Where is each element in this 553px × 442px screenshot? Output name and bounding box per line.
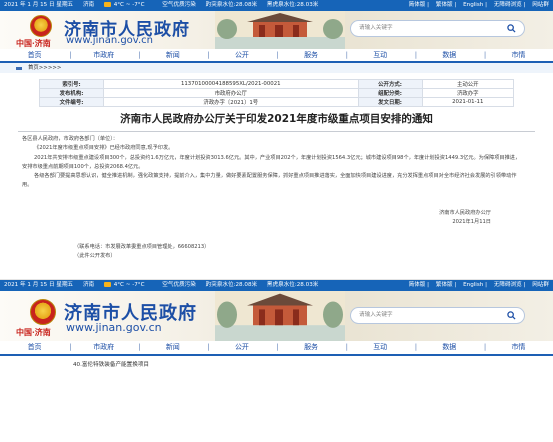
public-note: （此件公开发布）	[74, 253, 116, 260]
list-item: 40.富伦特铁装备产能置换项目	[73, 361, 150, 368]
index-label: 索引号:	[39, 79, 104, 89]
sun-icon	[103, 281, 111, 287]
docno-label: 文件编号:	[39, 97, 104, 107]
method-label: 公开方式:	[357, 79, 423, 89]
index-value: 11370100004188595XL/2021-00021	[103, 79, 359, 89]
link-simplified[interactable]: 简体版	[409, 282, 426, 288]
date-text: 2021 年 1 月 15 日 星期五	[4, 281, 74, 288]
search-input[interactable]: 请输入关键字	[350, 306, 525, 324]
air-quality: 空气优质污染	[162, 2, 196, 8]
site-header-2: 中国·济南 济南市人民政府 www.jinan.gov.cn 请输入关键字	[0, 290, 553, 341]
document-meta-table: 索引号: 11370100004188595XL/2021-00021 公开方式…	[39, 79, 515, 107]
docno-value: 济政办字〔2021〕1号	[103, 97, 359, 107]
nav-interaction[interactable]: 互动	[346, 49, 415, 61]
main-nav-2: 首页 市政府 新闻 公开 服务 互动 数据 市情	[0, 340, 553, 356]
home-icon[interactable]	[16, 65, 22, 70]
nav-home[interactable]: 首页	[0, 49, 69, 61]
nav-data[interactable]: 数据	[415, 49, 484, 61]
site-header: 中国·济南 济南市人民政府 www.jinan.gov.cn 请输入关键字	[0, 11, 553, 49]
link-sites[interactable]: 网站群	[532, 2, 549, 8]
section-gap	[0, 261, 553, 280]
water-level-2: 黑虎泉水位:28.03米	[266, 281, 319, 288]
nav-city-info[interactable]: 市情	[484, 49, 553, 61]
paragraph-1: 《2021年度市级重点项目安排》已经市政府同意,现予印发。	[34, 145, 174, 152]
weather-city: 济南 4°C ~ -7°C	[82, 2, 145, 8]
date-label: 发文日期:	[357, 97, 423, 107]
sun-icon	[103, 2, 111, 7]
link-english[interactable]: English	[463, 282, 483, 288]
search-placeholder: 请输入关键字	[359, 311, 393, 318]
nav-news[interactable]: 新闻	[138, 49, 207, 61]
national-emblem-icon	[30, 298, 56, 325]
document-body: 各区县人民政府，市政府各部门（单位）： 《2021年度市级重点项目安排》已经市政…	[0, 132, 553, 191]
nav-news[interactable]: 新闻	[138, 341, 207, 354]
main-nav: 首页 市政府 新闻 公开 服务 互动 数据 市情	[0, 49, 553, 63]
paragraph-3: 各级各部门要提高思想认识，健全推进机制，强化政策支持，提前介入，集中力量，做好要…	[22, 173, 517, 189]
air-quality: 空气优质污染	[162, 281, 196, 288]
link-simplified[interactable]: 简体版	[409, 2, 426, 8]
national-emblem-icon	[30, 15, 52, 37]
weather-city: 济南 4°C ~ -7°C	[82, 281, 145, 288]
search-placeholder: 请输入关键字	[359, 25, 393, 31]
link-traditional[interactable]: 繁体版	[436, 2, 453, 8]
breadcrumb-text[interactable]: 首页>>>>>	[28, 65, 61, 71]
scenery-banner-image	[215, 290, 345, 341]
nav-service[interactable]: 服务	[277, 341, 346, 354]
top-bar: 2021 年 1 月 15 日 星期五 济南 4°C ~ -7°C 空气优质污染…	[0, 0, 553, 11]
water-level-1: 趵突泉水位:28.08米	[205, 281, 258, 288]
search-input[interactable]: 请输入关键字	[350, 20, 525, 37]
jinan-logo-text: 中国·济南	[16, 326, 51, 337]
nav-government[interactable]: 市政府	[69, 341, 138, 354]
date-value: 2021-01-11	[421, 97, 515, 107]
sign-date: 2021年1月11日	[452, 218, 491, 225]
document-title: 济南市人民政府办公厅关于印发2021年度市级重点项目安排的通知	[120, 113, 433, 125]
nav-government[interactable]: 市政府	[69, 49, 138, 61]
link-traditional[interactable]: 繁体版	[436, 282, 453, 288]
contact-info: （联系电话：市发展改革委重点项目管理处，66608213）	[74, 243, 210, 250]
nav-service[interactable]: 服务	[277, 49, 346, 61]
category-label: 组配分类:	[357, 88, 423, 98]
link-accessible[interactable]: 无障碍浏览	[494, 282, 522, 288]
nav-home[interactable]: 首页	[0, 341, 69, 354]
nav-data[interactable]: 数据	[415, 341, 484, 354]
search-icon[interactable]	[507, 311, 516, 320]
salutation: 各区县人民政府，市政府各部门（单位）：	[22, 136, 118, 142]
date-text: 2021 年 1 月 15 日 星期五	[4, 2, 74, 8]
method-value: 主动公开	[421, 79, 515, 89]
water-level-1: 趵突泉水位:28.08米	[205, 2, 258, 8]
top-bar-2: 2021 年 1 月 15 日 星期五 济南 4°C ~ -7°C 空气优质污染…	[0, 279, 553, 291]
nav-city-info[interactable]: 市情	[484, 341, 553, 354]
link-english[interactable]: English	[463, 2, 483, 8]
site-url: www.jinan.gov.cn	[66, 320, 162, 334]
jinan-logo-text: 中国·济南	[16, 38, 51, 48]
signature-block: 济南市人民政府办公厅 2021年1月11日	[0, 209, 553, 227]
scenery-banner-image	[215, 11, 345, 49]
org-value: 市政府办公厅	[103, 88, 359, 98]
breadcrumb: 首页>>>>>	[0, 63, 553, 73]
nav-public[interactable]: 公开	[207, 341, 276, 354]
paragraph-2: 2021年共安排市级重点建设项目300个，总投资约1.6万亿元，年度计划投资30…	[22, 154, 521, 170]
link-sites[interactable]: 网站群	[532, 282, 549, 288]
nav-interaction[interactable]: 互动	[346, 341, 415, 354]
water-level-2: 黑虎泉水位:28.03米	[266, 2, 319, 8]
link-accessible[interactable]: 无障碍浏览	[494, 2, 522, 8]
search-icon[interactable]	[507, 24, 516, 33]
signer: 济南市人民政府办公厅	[439, 209, 491, 216]
org-label: 发布机构:	[39, 88, 104, 98]
site-url: www.jinan.gov.cn	[66, 35, 153, 46]
category-value: 济政办字	[421, 88, 515, 98]
nav-public[interactable]: 公开	[207, 49, 276, 61]
contact-block: （联系电话：市发展改革委重点项目管理处，66608213） （此件公开发布）	[0, 243, 553, 262]
